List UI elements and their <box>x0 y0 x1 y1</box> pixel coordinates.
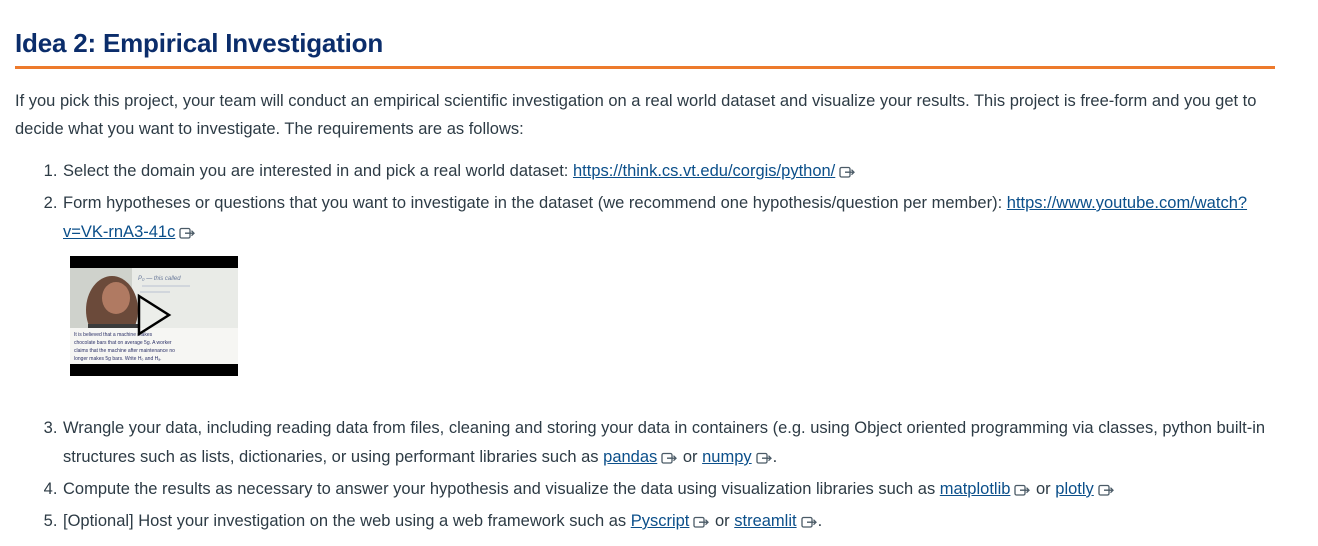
list-item: Form hypotheses or questions that you wa… <box>62 189 1275 376</box>
svg-text:P₀ — this called: P₀ — this called <box>138 276 181 282</box>
pandas-link[interactable]: pandas <box>603 448 657 466</box>
list-item: [Optional] Host your investigation on th… <box>62 507 1275 539</box>
content: Idea 2: Empirical Investigation If you p… <box>0 0 1275 539</box>
external-link-icon <box>1014 478 1031 507</box>
intro-paragraph: If you pick this project, your team will… <box>15 92 1257 138</box>
external-link-icon <box>800 510 818 539</box>
plotly-link[interactable]: plotly <box>1055 480 1094 498</box>
page-title: Idea 2: Empirical Investigation <box>15 28 1275 69</box>
dataset-link[interactable]: https://think.cs.vt.edu/corgis/python/ <box>573 162 835 180</box>
embedded-video[interactable]: P₀ — this called It is believed that a m… <box>70 256 238 376</box>
external-link-icon <box>756 446 773 475</box>
list-item: Wrangle your data, including reading dat… <box>62 414 1275 475</box>
requirements-list: Select the domain you are interested in … <box>15 157 1275 539</box>
external-link-icon <box>693 510 710 539</box>
svg-text:longer makes 5g bars. Write H₀: longer makes 5g bars. Write H₀ and Hₐ. <box>74 356 162 362</box>
list-item: Select the domain you are interested in … <box>62 157 1275 189</box>
external-link-icon <box>1098 478 1115 507</box>
numpy-link[interactable]: numpy <box>702 448 752 466</box>
external-link-icon <box>839 160 856 189</box>
svg-text:claims that the machine after: claims that the machine after maintenanc… <box>74 348 175 354</box>
external-link-icon <box>661 446 678 475</box>
svg-text:chocolate bars that on average: chocolate bars that on average 5g. A wor… <box>74 340 172 346</box>
streamlit-link[interactable]: streamlit <box>734 512 796 530</box>
play-icon[interactable] <box>136 293 172 337</box>
matplotlib-link[interactable]: matplotlib <box>940 480 1011 498</box>
list-item: Compute the results as necessary to answ… <box>62 475 1275 507</box>
external-link-icon <box>179 221 196 250</box>
pyscript-link[interactable]: Pyscript <box>631 512 690 530</box>
